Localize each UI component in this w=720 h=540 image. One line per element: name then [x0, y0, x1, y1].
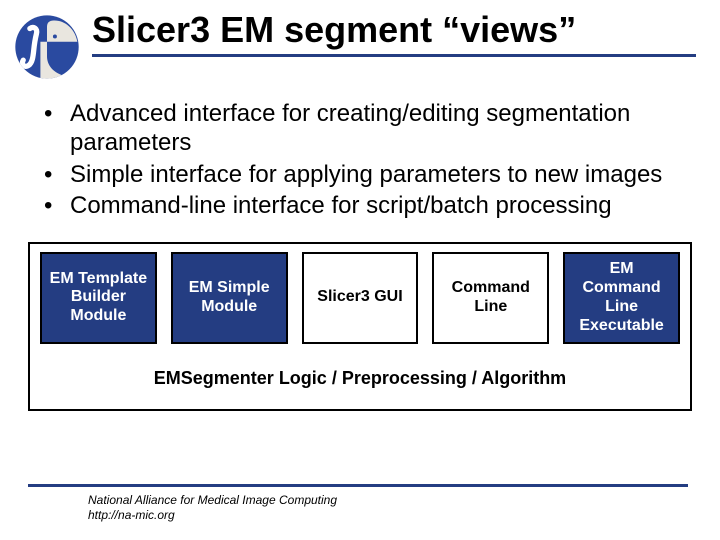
title-wrap: Slicer3 EM segment “views” [92, 10, 696, 57]
footer-org: National Alliance for Medical Image Comp… [88, 493, 692, 507]
diagram-top-row: EM Template Builder Module EM Simple Mod… [30, 244, 690, 352]
slide-footer: National Alliance for Medical Image Comp… [0, 484, 720, 522]
slide-title: Slicer3 EM segment “views” [92, 10, 696, 50]
box-em-simple-module: EM Simple Module [171, 252, 288, 344]
title-underline [92, 54, 696, 57]
footer-url: http://na-mic.org [88, 508, 692, 522]
namic-logo [14, 14, 80, 85]
bullet-item: Simple interface for applying parameters… [44, 160, 676, 189]
box-em-template-builder: EM Template Builder Module [40, 252, 157, 344]
bullet-item: Command-line interface for script/batch … [44, 191, 676, 220]
box-em-cli-executable: EM Command Line Executable [563, 252, 680, 344]
box-command-line: Command Line [432, 252, 549, 344]
box-slicer3-gui: Slicer3 GUI [302, 252, 419, 344]
integral-head-icon [14, 14, 80, 80]
bullet-item: Advanced interface for creating/editing … [44, 99, 676, 158]
slide-header: Slicer3 EM segment “views” [0, 0, 720, 85]
architecture-diagram: EM Template Builder Module EM Simple Mod… [28, 242, 692, 411]
diagram-logic-row: EMSegmenter Logic / Preprocessing / Algo… [30, 352, 690, 409]
bullet-list: Advanced interface for creating/editing … [0, 85, 720, 220]
footer-text: National Alliance for Medical Image Comp… [88, 493, 692, 522]
footer-rule [28, 484, 688, 487]
